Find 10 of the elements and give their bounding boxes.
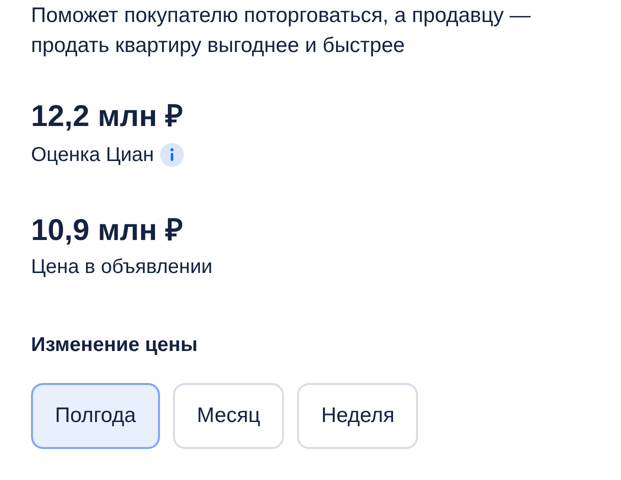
estimate-price: 12,2 млн ₽ xyxy=(31,99,184,135)
section-heading: Изменение цены xyxy=(31,333,199,358)
listing-label: Цена в объявлении xyxy=(31,255,214,280)
period-tab[interactable]: Неделя xyxy=(297,383,418,449)
estimate-label: Оценка Циан xyxy=(31,143,154,168)
listing-price: 10,9 млн ₽ xyxy=(31,213,184,249)
description-text: Поможет покупателю поторговаться, а продавцу — продать квартиру выгоднее и быстрее xyxy=(31,3,532,59)
info-icon[interactable] xyxy=(160,143,184,167)
period-tab[interactable]: Месяц xyxy=(172,383,284,449)
period-tab[interactable]: Полгода xyxy=(31,383,160,449)
